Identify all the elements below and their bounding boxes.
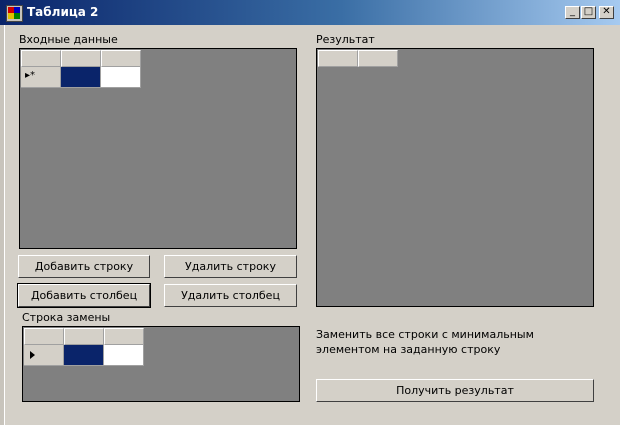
- delete-column-button[interactable]: Удалить столбец: [164, 284, 297, 307]
- replacement-row-grid[interactable]: [22, 326, 300, 402]
- input-cell-selected[interactable]: [61, 67, 101, 88]
- new-row-marker-icon: ▸*: [25, 70, 36, 81]
- grid-corner-header[interactable]: [24, 328, 64, 345]
- add-column-button[interactable]: Добавить столбец: [17, 283, 151, 308]
- window-title: Таблица 2: [27, 5, 99, 19]
- replacement-cell[interactable]: [104, 345, 144, 366]
- maximize-button[interactable]: □: [581, 6, 596, 19]
- column-header[interactable]: [101, 50, 141, 67]
- column-header[interactable]: [61, 50, 101, 67]
- row-header[interactable]: [24, 345, 64, 366]
- app-icon[interactable]: [6, 5, 23, 22]
- input-data-label: Входные данные: [19, 33, 118, 46]
- grid-corner-header[interactable]: [318, 50, 358, 67]
- input-data-grid[interactable]: ▸*: [19, 48, 297, 249]
- column-header[interactable]: [64, 328, 104, 345]
- minimize-button[interactable]: _: [565, 6, 580, 19]
- window-left-edge: [0, 25, 5, 425]
- task-description: Заменить все строки с минимальным элемен…: [316, 328, 534, 356]
- result-label: Результат: [316, 33, 375, 46]
- grid-corner-header[interactable]: [21, 50, 61, 67]
- replacement-row-label: Строка замены: [22, 311, 111, 324]
- close-button[interactable]: ✕: [599, 6, 614, 19]
- add-row-button[interactable]: Добавить строку: [18, 255, 150, 278]
- input-cell[interactable]: [101, 67, 141, 88]
- get-result-button[interactable]: Получить результат: [316, 379, 594, 402]
- column-header[interactable]: [358, 50, 398, 67]
- result-grid[interactable]: [316, 48, 594, 307]
- row-header[interactable]: ▸*: [21, 67, 61, 88]
- delete-row-button[interactable]: Удалить строку: [164, 255, 297, 278]
- column-header[interactable]: [104, 328, 144, 345]
- current-row-arrow-icon: [30, 351, 35, 359]
- replacement-cell-selected[interactable]: [64, 345, 104, 366]
